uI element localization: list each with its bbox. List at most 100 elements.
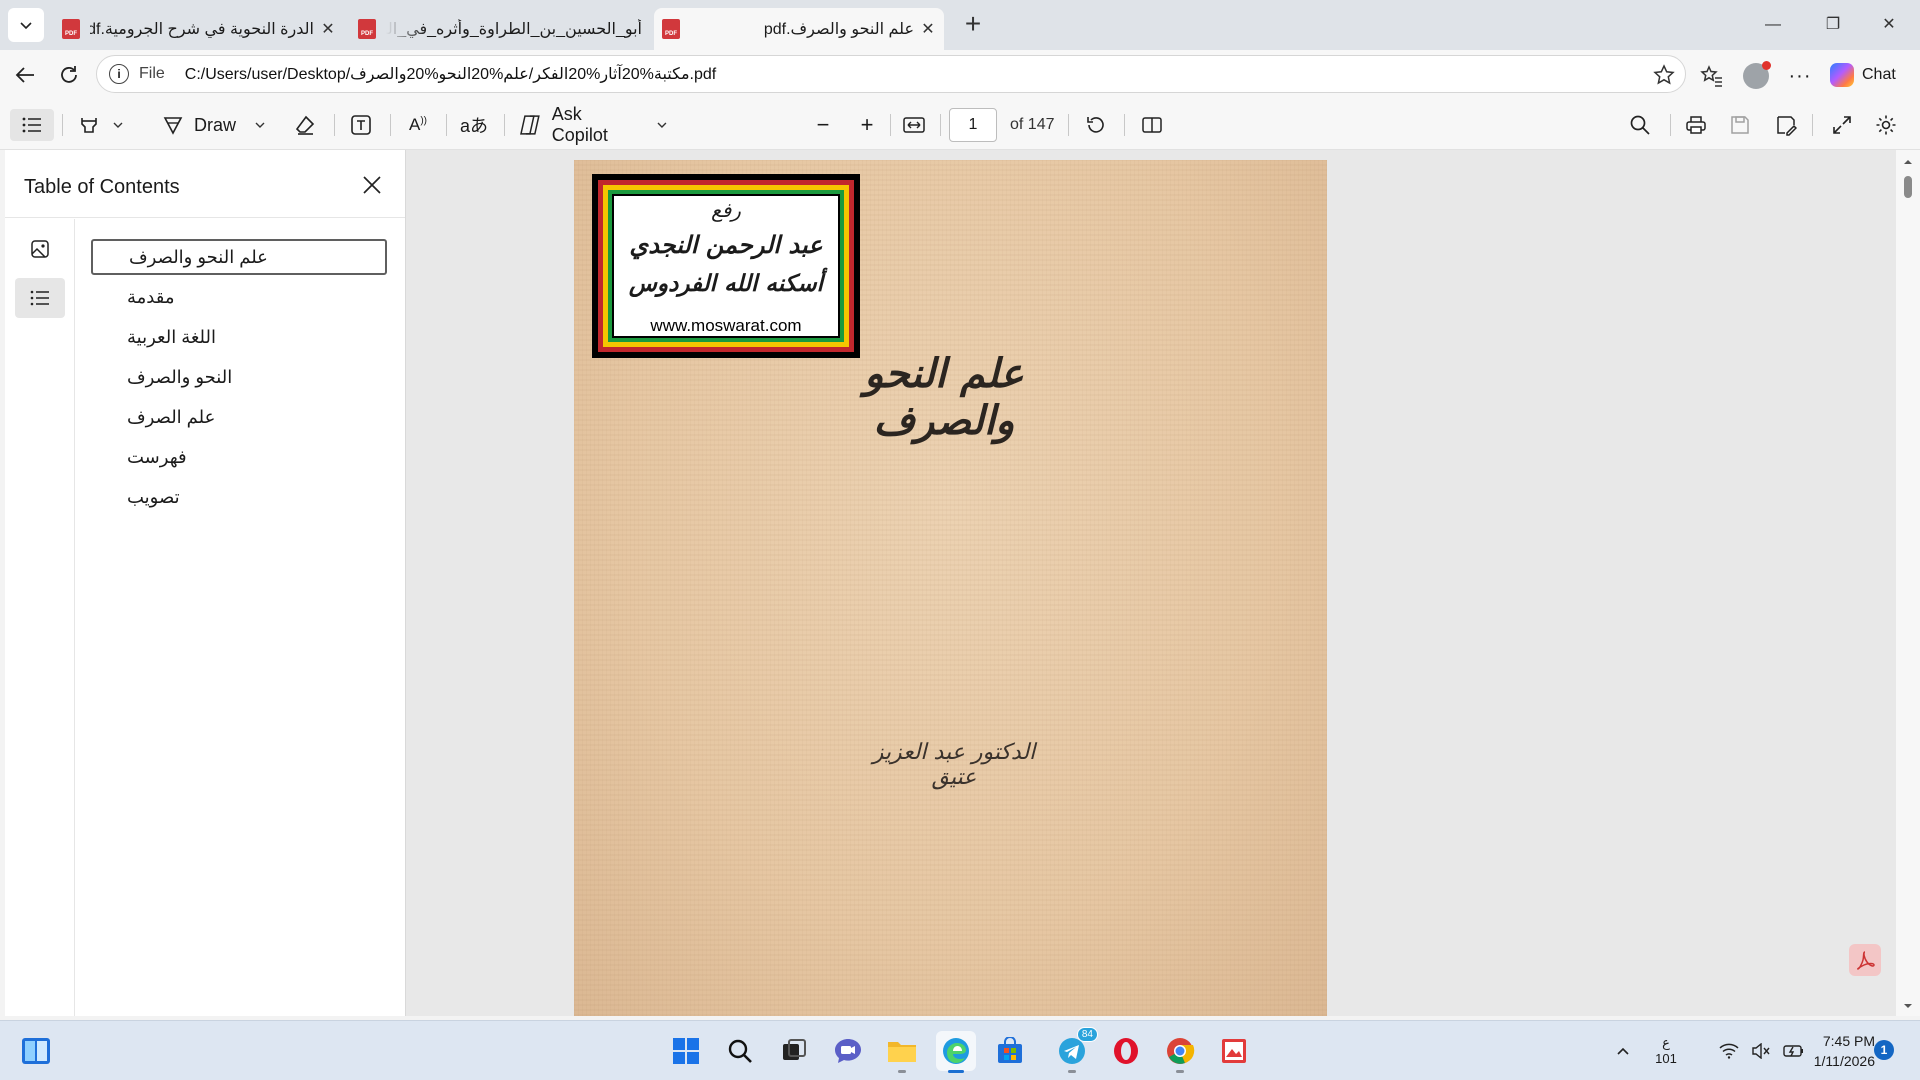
tab-actions-menu-button[interactable] [8,8,44,42]
printer-icon [1686,116,1706,134]
toc-item[interactable]: علم النحو والصرف [91,239,387,275]
add-text-button[interactable] [346,109,376,141]
rotate-button[interactable] [1080,109,1112,141]
zoom-out-button[interactable]: − [808,109,838,141]
task-view-button[interactable] [774,1031,814,1071]
toc-toggle-button[interactable] [10,109,54,141]
folder-icon [888,1042,916,1062]
tab-strip: PDF الدرة النحوية في شرح الجرومية.pdf ✕ … [0,0,1920,50]
find-button[interactable] [1624,109,1656,141]
translate-button[interactable]: aあ [458,109,490,141]
save-button[interactable] [1724,109,1756,141]
toc-item[interactable]: فهرست [91,439,387,475]
restore-button[interactable]: ❐ [1810,10,1856,40]
back-button[interactable] [10,60,40,90]
close-toc-button[interactable] [359,172,385,198]
avatar [1743,61,1771,89]
speaker-muted-icon [1752,1043,1770,1059]
pdf-settings-button[interactable] [1870,109,1902,141]
search-icon [1630,115,1650,135]
start-button[interactable] [666,1031,706,1071]
telegram-button[interactable]: 84 [1052,1027,1098,1073]
close-tab-icon[interactable]: ✕ [920,19,936,39]
highlight-button[interactable] [74,109,104,141]
show-hidden-icons-button[interactable] [1608,1021,1638,1080]
address-bar[interactable]: i File C:/Users/user/Desktop/مكتبة%20آثا… [96,55,1686,93]
settings-more-button[interactable]: ··· [1786,62,1814,90]
clock[interactable]: 7:45 PM 1/11/2026 [1795,1031,1875,1071]
refresh-button[interactable] [54,60,84,90]
notification-badge[interactable]: 1 [1874,1040,1894,1060]
chat-app-button[interactable] [828,1031,868,1071]
tab-title: أبو_الحسين_بن_الطراوة_وأثره_في_النحو.pdf [386,21,642,38]
fit-to-width-button[interactable] [898,109,930,141]
pdf-app-icon [1222,1039,1246,1063]
file-explorer-button[interactable] [882,1031,922,1073]
opera-button[interactable] [1106,1031,1146,1071]
image-viewer-button[interactable] [1214,1031,1254,1071]
telegram-unread-badge: 84 [1076,1027,1098,1042]
page-number-input[interactable]: 1 [949,108,997,142]
profile-button[interactable] [1742,61,1771,90]
acrobat-button[interactable] [1849,944,1881,976]
erase-button[interactable] [290,109,320,141]
vertical-scrollbar[interactable] [1896,150,1920,1016]
pdf-file-icon: PDF [662,19,680,39]
ask-copilot-label: Ask Copilot [551,104,608,145]
text-box-icon [351,115,371,135]
read-aloud-icon: A)) [408,115,427,134]
copilot-chat-button[interactable]: Chat [1830,58,1896,92]
minimize-button[interactable]: — [1750,10,1796,40]
microsoft-store-button[interactable] [990,1031,1030,1071]
list-icon [30,290,49,306]
tab-1[interactable]: PDF الدرة النحوية في شرح الجرومية.pdf ✕ [54,8,344,50]
outline-view-button[interactable] [15,278,65,318]
pdf-viewport[interactable]: رفع عبد الرحمن النجدي أسكنه الله الفردوس… [406,150,1896,1016]
thumbnails-view-button[interactable] [15,229,65,269]
toc-item[interactable]: اللغة العربية [91,319,387,355]
tab-2[interactable]: PDF أبو_الحسين_بن_الطراوة_وأثره_في_النحو… [350,8,650,50]
widgets-button[interactable] [16,1031,56,1071]
edge-browser-button[interactable] [936,1031,976,1073]
scroll-thumb[interactable] [1904,176,1912,198]
url-text[interactable]: C:/Users/user/Desktop/مكتبة%20آثار%20الف… [185,64,716,84]
zoom-in-button[interactable]: + [852,109,882,141]
uploader-stamp: رفع عبد الرحمن النجدي أسكنه الله الفردوس… [592,174,860,358]
info-icon[interactable]: i [109,64,129,84]
draw-label: Draw [193,114,236,135]
save-as-button[interactable] [1770,109,1802,141]
toc-item[interactable]: علم الصرف [91,399,387,435]
input-language-button[interactable]: ع 101 [1652,1021,1680,1080]
print-button[interactable] [1680,109,1712,141]
tab-3-active[interactable]: PDF علم النحو والصرف.pdf ✕ [654,8,944,50]
fit-width-icon [903,117,925,133]
pdf-file-icon: PDF [358,19,376,39]
favorites-button[interactable] [1698,62,1726,90]
stamp-line-1: رفع [711,198,741,222]
favorite-star-icon[interactable] [1653,64,1675,91]
stamp-line-3: أسكنه الله الفردوس [628,270,824,297]
list-icon [22,117,41,133]
chrome-button[interactable] [1160,1031,1200,1073]
read-aloud-button[interactable]: A)) [402,109,434,141]
close-tab-icon[interactable]: ✕ [320,19,336,39]
toc-item[interactable]: تصويب [91,479,387,515]
widgets-icon [22,1038,50,1064]
search-button[interactable] [720,1031,760,1071]
language-code: 101 [1655,1051,1677,1066]
toc-title: Table of Contents [24,176,180,198]
draw-button[interactable]: Draw [156,109,242,141]
draw-dropdown[interactable] [248,109,272,141]
plus-icon: + [860,112,874,137]
image-icon [31,240,49,258]
page-view-button[interactable] [1136,109,1168,141]
translate-icon: aあ [459,116,488,136]
toc-item[interactable]: النحو والصرف [91,359,387,395]
highlight-dropdown[interactable] [106,109,130,141]
full-screen-button[interactable] [1826,109,1858,141]
close-window-button[interactable]: ✕ [1866,10,1912,40]
new-tab-button[interactable]: + [958,10,988,40]
ask-copilot-button[interactable]: Ask Copilot [518,104,668,145]
tab-title: الدرة النحوية في شرح الجرومية.pdf [90,21,314,38]
toc-item[interactable]: مقدمة [91,279,387,315]
